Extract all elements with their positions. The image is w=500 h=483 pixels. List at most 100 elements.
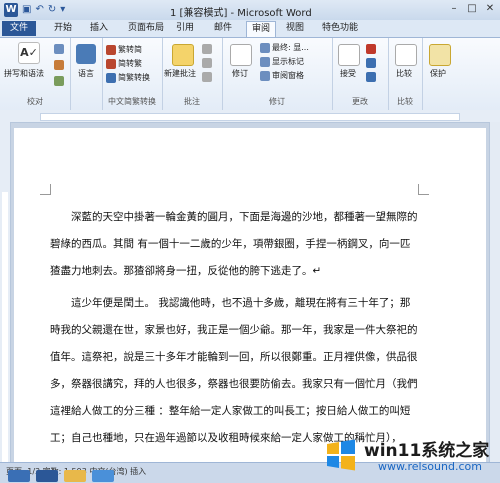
text-line: 深藍的天空中掛著一輪金黃的圓月，下面是海邊的沙地，都種著一望無際的 <box>71 211 418 223</box>
crop-mark <box>40 184 51 195</box>
next-comment-icon <box>202 72 212 82</box>
show-markup-icon <box>260 56 270 67</box>
watermark-site: www.relsound.com <box>378 460 482 473</box>
reject-button[interactable] <box>366 44 376 54</box>
text-line: 值年。這祭祀，說是三十多年才能輪到一回，所以很鄭重。正月裡供像，供品很 <box>50 351 418 363</box>
document-page[interactable]: 深藍的天空中掛著一輪金黃的圓月，下面是海邊的沙地，都種著一望無際的 碧綠的西瓜。… <box>14 128 486 462</box>
trad-to-simp-button[interactable]: 繁转简 <box>106 44 142 55</box>
group-comments: 新建批注 批注 <box>162 38 223 110</box>
customize-icon[interactable]: ▾ <box>60 3 65 17</box>
display-for-review-dropdown[interactable]: 最终: 显... <box>260 42 309 53</box>
chinese-convert-icon <box>106 72 116 83</box>
previous-change-button[interactable] <box>366 58 376 68</box>
compare-button[interactable]: 比较 <box>396 68 412 79</box>
protect-icon <box>429 44 451 66</box>
quick-access-toolbar: W ▣ ↶ ↻ ▾ <box>4 3 65 17</box>
tab-home[interactable]: 开始 <box>50 21 76 36</box>
paragraph-2[interactable]: 這少年便是閏土。 我認識他時，也不過十多歲，離現在將有三十年了；那 時我的父親還… <box>50 290 433 452</box>
group-changes: 接受 更改 <box>332 38 389 110</box>
accept-icon <box>338 44 360 66</box>
minimize-icon[interactable]: – <box>446 2 462 16</box>
thesaurus-button[interactable] <box>54 60 64 70</box>
delete-comment-icon <box>202 44 212 54</box>
research-icon <box>54 44 64 54</box>
group-proofing: A✓ 拼写和语法 校对 <box>0 38 71 110</box>
text-line: 多，祭器很講究，拜的人也很多，祭器也很要防偷去。我家只有一個忙月（我們 <box>50 378 418 390</box>
paragraph-1[interactable]: 深藍的天空中掛著一輪金黃的圓月，下面是海邊的沙地，都種著一望無際的 碧綠的西瓜。… <box>50 204 433 285</box>
group-label-compare: 比较 <box>397 97 413 106</box>
close-icon[interactable]: ✕ <box>482 2 498 16</box>
taskbar-app-icon[interactable] <box>8 470 30 482</box>
group-tracking: 修订 最终: 显... 显示标记 审阅窗格 修订 <box>222 38 333 110</box>
group-label-proofing: 校对 <box>27 97 43 106</box>
vertical-scrollbar[interactable] <box>489 122 500 462</box>
group-compare: 比较 比较 <box>388 38 423 110</box>
crop-mark <box>418 184 429 195</box>
previous-change-icon <box>366 58 376 68</box>
word-icon: W <box>4 3 18 17</box>
text-line: 時我的父親還在世，家景也好，我正是一個少爺。那一年，我家是一件大祭祀的 <box>50 324 418 336</box>
track-changes-button[interactable]: 修订 <box>232 68 248 79</box>
ribbon-tabs: 文件 开始 插入 页面布局 引用 邮件 审阅 视图 特色功能 <box>0 20 500 37</box>
next-comment-button[interactable] <box>202 72 212 82</box>
display-review-icon <box>260 42 270 53</box>
save-icon[interactable]: ▣ <box>22 3 31 17</box>
next-change-icon <box>366 72 376 82</box>
taskbar-browser-icon[interactable] <box>92 470 114 482</box>
word-count-button[interactable] <box>54 76 64 86</box>
next-change-button[interactable] <box>366 72 376 82</box>
undo-icon[interactable]: ↶ <box>35 3 43 17</box>
chinese-convert-button[interactable]: 简繁转换 <box>106 72 150 83</box>
tab-page-layout[interactable]: 页面布局 <box>124 21 168 36</box>
spelling-grammar-button[interactable]: 拼写和语法 <box>4 68 44 79</box>
new-comment-button[interactable]: 新建批注 <box>164 68 196 79</box>
taskbar-folder-icon[interactable] <box>64 470 86 482</box>
previous-comment-icon <box>202 58 212 68</box>
tab-file[interactable]: 文件 <box>2 21 36 36</box>
simp-to-trad-icon <box>106 58 116 69</box>
text-line: 碧綠的西瓜。其間 有一個十一二歲的少年，項帶銀圈，手捏一柄鋼叉，向一匹 <box>50 238 411 250</box>
track-changes-icon <box>230 44 252 66</box>
delete-comment-button[interactable] <box>202 44 212 54</box>
thesaurus-icon <box>54 60 64 70</box>
tab-review[interactable]: 审阅 <box>246 21 276 37</box>
accept-button[interactable]: 接受 <box>340 68 356 79</box>
previous-comment-button[interactable] <box>202 58 212 68</box>
spelling-grammar-icon: A✓ <box>18 42 40 64</box>
tab-view[interactable]: 视图 <box>282 21 308 36</box>
watermark: win11系统之家 www.relsound.com <box>318 434 496 478</box>
reject-icon <box>366 44 376 54</box>
compare-icon <box>395 44 417 66</box>
reviewing-pane-button[interactable]: 审阅窗格 <box>260 70 304 81</box>
group-protect: 保护 <box>422 38 456 110</box>
trad-to-simp-icon <box>106 44 116 55</box>
group-chinese-conversion: 繁转简 简转繁 简繁转换 中文简繁转换 <box>102 38 163 110</box>
text-line: 猹盡力地刺去。那猹卻將身一扭，反從他的胯下逃走了。↵ <box>50 265 322 277</box>
simp-to-trad-button[interactable]: 简转繁 <box>106 58 142 69</box>
language-icon <box>76 44 96 64</box>
research-button[interactable] <box>54 44 64 54</box>
text-line: 這裡給人做工的分三種 ：整年給一定人家做工的叫長工；按日給人做工的叫短 <box>50 405 411 417</box>
protect-button[interactable]: 保护 <box>430 68 446 79</box>
horizontal-ruler[interactable] <box>0 110 500 123</box>
language-button[interactable]: 语言 <box>78 68 94 79</box>
maximize-icon[interactable]: □ <box>464 2 480 16</box>
ribbon: A✓ 拼写和语法 校对 语言 繁转简 简转繁 简繁转换 中文简繁转换 新建批注 … <box>0 37 500 111</box>
word-count-icon <box>54 76 64 86</box>
watermark-brand: win11系统之家 <box>364 441 490 461</box>
window-title: 1 [兼容模式] - Microsoft Word <box>170 8 312 19</box>
group-label-comments: 批注 <box>184 97 200 106</box>
window-controls: – □ ✕ <box>446 2 498 16</box>
title-bar: W ▣ ↶ ↻ ▾ 1 [兼容模式] - Microsoft Word – □ … <box>0 0 500 21</box>
text-line: 這少年便是閏土。 我認識他時，也不過十多歲，離現在將有三十年了；那 <box>71 297 411 309</box>
show-markup-button[interactable]: 显示标记 <box>260 56 304 67</box>
new-comment-icon <box>172 44 194 66</box>
tab-references[interactable]: 引用 <box>172 21 198 36</box>
redo-icon[interactable]: ↻ <box>48 3 56 17</box>
tab-insert[interactable]: 插入 <box>86 21 112 36</box>
group-label-tracking: 修订 <box>269 97 285 106</box>
vertical-ruler[interactable] <box>0 122 11 462</box>
tab-mailings[interactable]: 邮件 <box>210 21 236 36</box>
tab-special-features[interactable]: 特色功能 <box>318 21 362 36</box>
taskbar-word-icon[interactable] <box>36 470 58 482</box>
